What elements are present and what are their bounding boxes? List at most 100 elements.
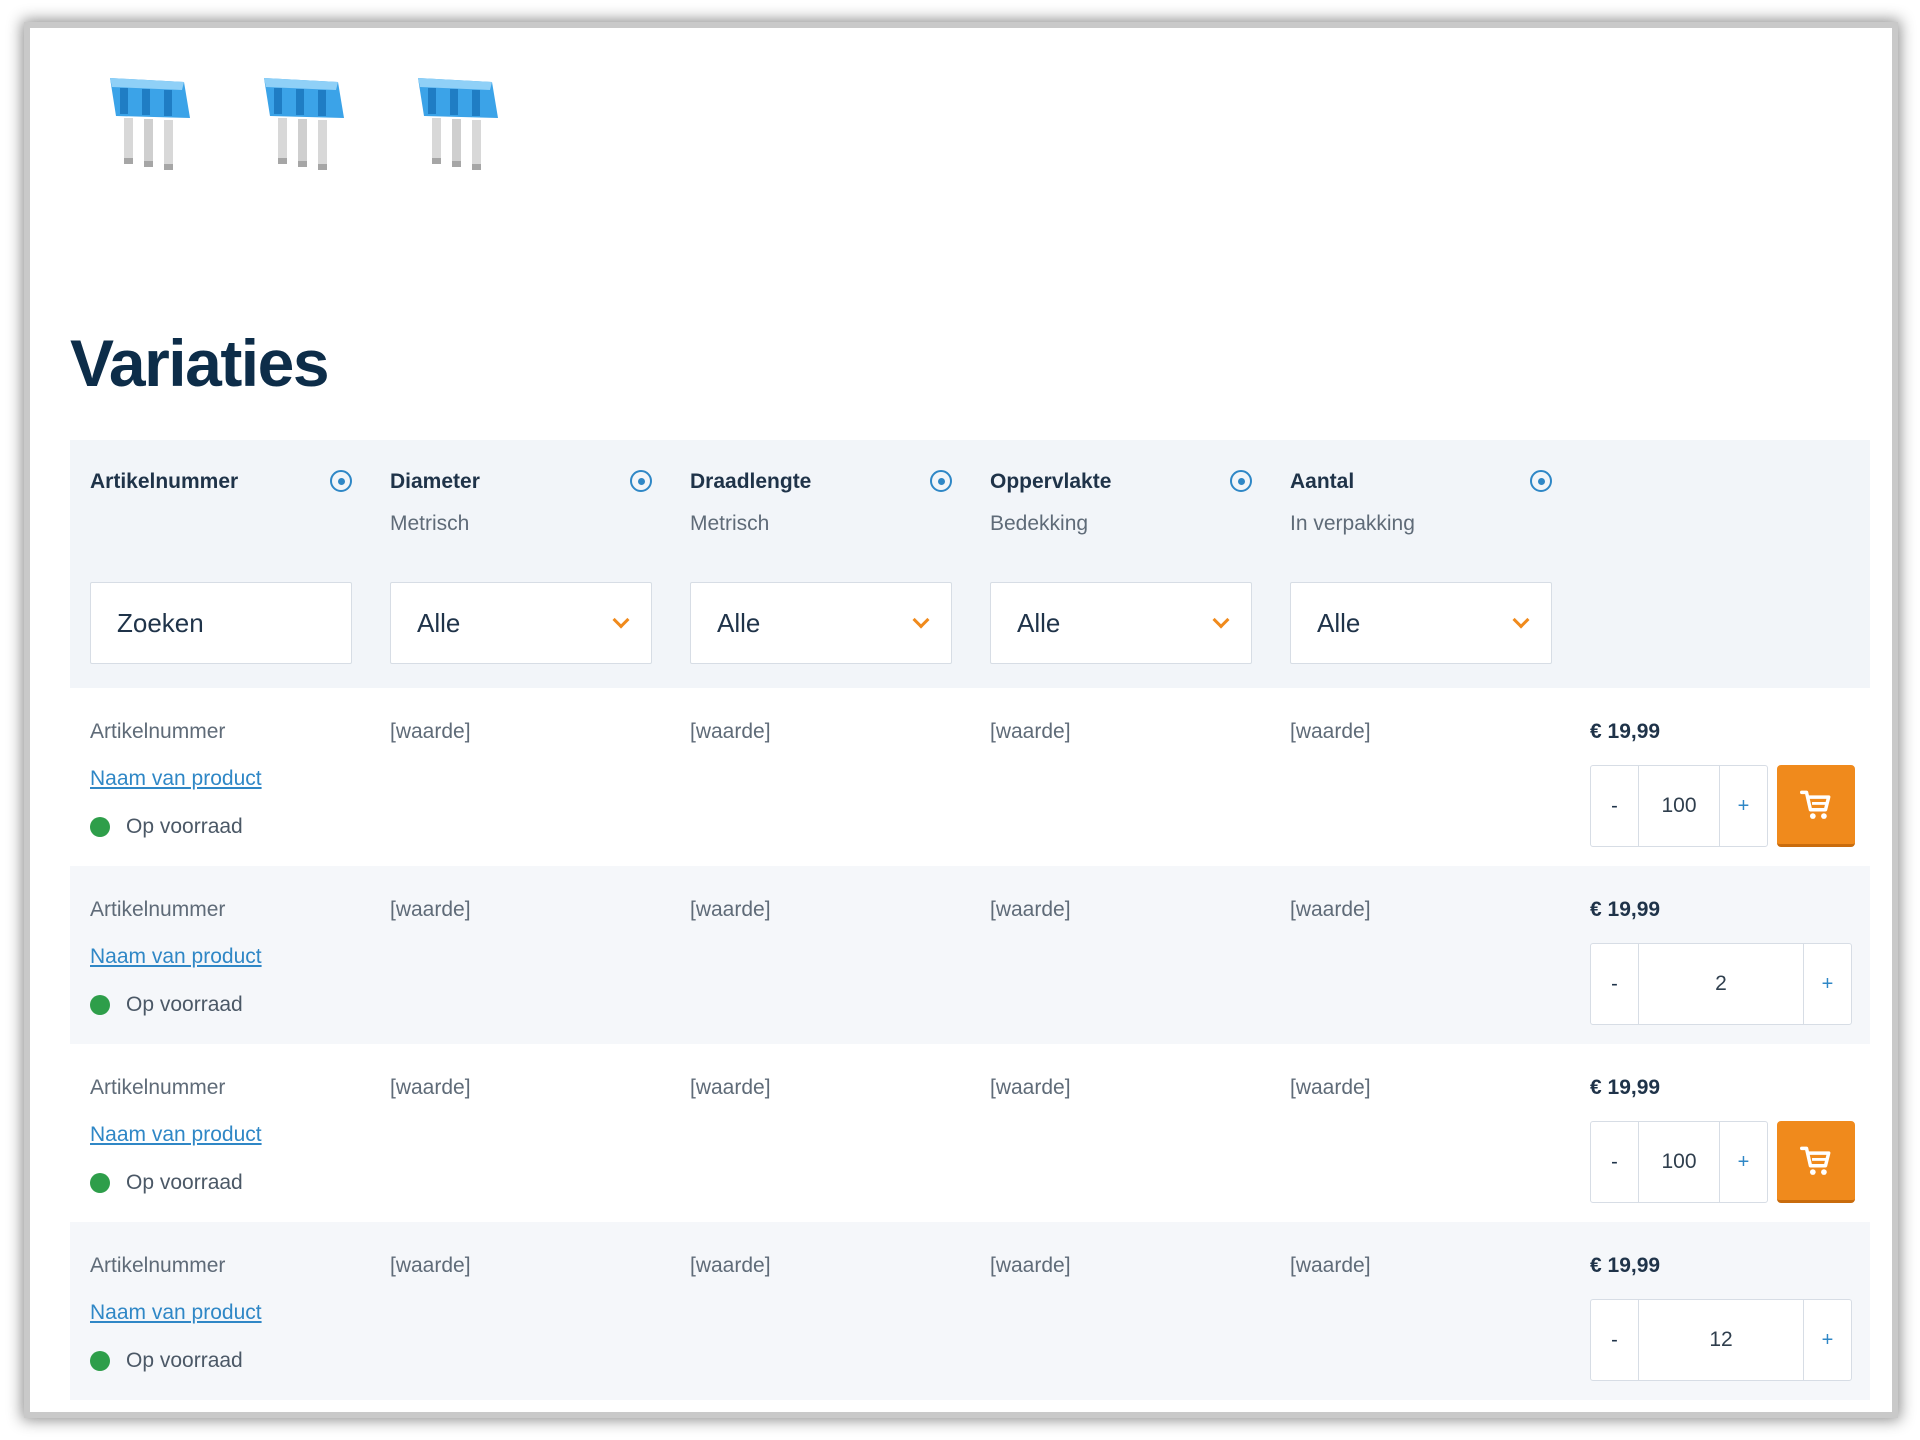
- filter-select-draadlengte[interactable]: Alle: [690, 582, 952, 664]
- filter-select-aantal[interactable]: Alle: [1290, 582, 1552, 664]
- decrease-quantity-button[interactable]: -: [1591, 1122, 1639, 1202]
- select-value: Alle: [1317, 607, 1361, 638]
- product-link[interactable]: Naam van product: [90, 1301, 262, 1325]
- add-to-cart-button[interactable]: [1777, 765, 1855, 847]
- thumbnail-2[interactable]: [252, 70, 356, 186]
- table-header: Artikelnummer Diameter Metrisch Draadlen…: [70, 440, 1870, 688]
- chevron-down-icon: [1512, 611, 1530, 629]
- stock-status: Op voorraad: [90, 1349, 243, 1373]
- value-draadlengte: [waarde]: [690, 1076, 771, 1099]
- filter-select-diameter[interactable]: Alle: [390, 582, 652, 664]
- select-value: Alle: [717, 607, 761, 638]
- quantity-stepper: - 100 +: [1590, 1121, 1768, 1203]
- sort-icon[interactable]: [330, 470, 352, 492]
- in-stock-dot-icon: [90, 995, 110, 1015]
- table-row: Artikelnummer Naam van product Op voorra…: [70, 866, 1870, 1044]
- decrease-quantity-button[interactable]: -: [1591, 766, 1639, 846]
- value-draadlengte: [waarde]: [690, 720, 771, 743]
- sort-icon[interactable]: [1230, 470, 1252, 492]
- increase-quantity-button[interactable]: +: [1719, 1122, 1767, 1202]
- article-number: Artikelnummer: [90, 1076, 226, 1099]
- price: € 19,99: [1590, 1076, 1661, 1099]
- value-oppervlakte: [waarde]: [990, 1076, 1071, 1099]
- value-aantal: [waarde]: [1290, 1254, 1371, 1277]
- quantity-stepper: - 2 +: [1590, 943, 1852, 1025]
- column-label: Aantal: [1290, 470, 1355, 493]
- decrease-quantity-button[interactable]: -: [1591, 944, 1639, 1024]
- price: € 19,99: [1590, 898, 1661, 921]
- value-diameter: [waarde]: [390, 720, 471, 743]
- stock-status: Op voorraad: [90, 993, 243, 1017]
- chevron-down-icon: [912, 611, 930, 629]
- value-diameter: [waarde]: [390, 1254, 471, 1277]
- increase-quantity-button[interactable]: +: [1803, 1300, 1851, 1380]
- stock-status: Op voorraad: [90, 815, 243, 839]
- stock-label: Op voorraad: [126, 1171, 243, 1194]
- sort-icon[interactable]: [630, 470, 652, 492]
- quantity-input[interactable]: 100: [1639, 766, 1719, 846]
- stock-label: Op voorraad: [126, 1349, 243, 1372]
- column-header-aantal: Aantal In verpakking: [1290, 470, 1552, 536]
- blade-fuse-icon: [418, 78, 498, 170]
- value-draadlengte: [waarde]: [690, 1254, 771, 1277]
- quantity-input[interactable]: 12: [1639, 1300, 1803, 1380]
- value-aantal: [waarde]: [1290, 898, 1371, 921]
- chevron-down-icon: [612, 611, 630, 629]
- product-link[interactable]: Naam van product: [90, 945, 262, 969]
- quantity-stepper: - 12 +: [1590, 1299, 1852, 1381]
- quantity-input[interactable]: 100: [1639, 1122, 1719, 1202]
- quantity-stepper: - 100 +: [1590, 765, 1768, 847]
- in-stock-dot-icon: [90, 1173, 110, 1193]
- search-input[interactable]: [90, 582, 352, 664]
- column-label: Diameter: [390, 470, 480, 493]
- column-sublabel: Bedekking: [990, 512, 1089, 535]
- cart-icon: [1800, 790, 1831, 819]
- value-aantal: [waarde]: [1290, 1076, 1371, 1099]
- column-sublabel: Metrisch: [690, 512, 770, 535]
- article-number: Artikelnummer: [90, 898, 226, 921]
- decrease-quantity-button[interactable]: -: [1591, 1300, 1639, 1380]
- sort-icon[interactable]: [930, 470, 952, 492]
- column-label: Oppervlakte: [990, 470, 1112, 493]
- column-header-draadlengte: Draadlengte Metrisch: [690, 470, 952, 536]
- blade-fuse-icon: [264, 78, 344, 170]
- filter-select-oppervlakte[interactable]: Alle: [990, 582, 1252, 664]
- column-sublabel: In verpakking: [1290, 512, 1415, 535]
- article-number: Artikelnummer: [90, 720, 226, 743]
- product-link[interactable]: Naam van product: [90, 1123, 262, 1147]
- page-frame: Variaties Artikelnummer Diameter Metrisc…: [30, 28, 1892, 1412]
- value-aantal: [waarde]: [1290, 720, 1371, 743]
- add-to-cart-button[interactable]: [1777, 1121, 1855, 1203]
- chevron-down-icon: [1212, 611, 1230, 629]
- table-row: Artikelnummer Naam van product Op voorra…: [70, 1044, 1870, 1222]
- stock-label: Op voorraad: [126, 815, 243, 838]
- product-link[interactable]: Naam van product: [90, 767, 262, 791]
- increase-quantity-button[interactable]: +: [1719, 766, 1767, 846]
- thumbnail-1[interactable]: [98, 70, 202, 186]
- value-draadlengte: [waarde]: [690, 898, 771, 921]
- in-stock-dot-icon: [90, 817, 110, 837]
- sort-icon[interactable]: [1530, 470, 1552, 492]
- stock-status: Op voorraad: [90, 1171, 243, 1195]
- page-title: Variaties: [70, 326, 330, 400]
- value-diameter: [waarde]: [390, 1076, 471, 1099]
- blade-fuse-icon: [110, 78, 190, 170]
- column-header-artikelnummer: Artikelnummer: [90, 470, 352, 494]
- article-number: Artikelnummer: [90, 1254, 226, 1277]
- variations-table: Artikelnummer Diameter Metrisch Draadlen…: [70, 440, 1870, 1400]
- column-sublabel: Metrisch: [390, 512, 470, 535]
- column-header-oppervlakte: Oppervlakte Bedekking: [990, 470, 1252, 536]
- column-label: Draadlengte: [690, 470, 812, 493]
- increase-quantity-button[interactable]: +: [1803, 944, 1851, 1024]
- value-diameter: [waarde]: [390, 898, 471, 921]
- table-row: Artikelnummer Naam van product Op voorra…: [70, 688, 1870, 866]
- price: € 19,99: [1590, 720, 1661, 743]
- value-oppervlakte: [waarde]: [990, 898, 1071, 921]
- value-oppervlakte: [waarde]: [990, 1254, 1071, 1277]
- quantity-input[interactable]: 2: [1639, 944, 1803, 1024]
- cart-icon: [1800, 1146, 1831, 1175]
- thumbnail-3[interactable]: [406, 70, 510, 186]
- select-value: Alle: [1017, 607, 1061, 638]
- column-label: Artikelnummer: [90, 470, 239, 493]
- in-stock-dot-icon: [90, 1351, 110, 1371]
